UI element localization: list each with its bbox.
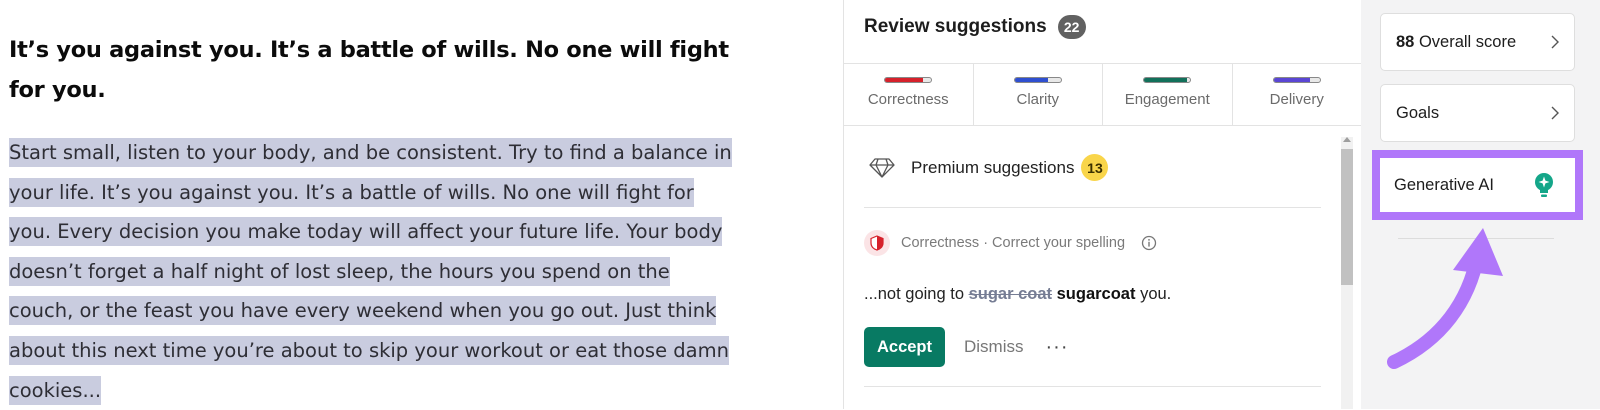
paragraph-line[interactable]: Start small, listen to your body, and be… xyxy=(9,138,732,167)
suggestion-category: Correctness · Correct your spelling xyxy=(864,230,1157,256)
premium-suggestions-row[interactable]: Premium suggestions 13 xyxy=(869,154,1109,181)
tab-label: Engagement xyxy=(1124,91,1210,108)
more-options-icon[interactable]: ··· xyxy=(1046,337,1069,357)
overall-score-text: 88 Overall score xyxy=(1396,33,1550,52)
progress-fill xyxy=(1144,78,1187,82)
scrollbar-thumb[interactable] xyxy=(1341,149,1353,285)
premium-suggestions-label: Premium suggestions xyxy=(911,157,1075,177)
right-sidebar: 88 Overall score Goals Generative AI xyxy=(1361,0,1600,409)
document-heading[interactable]: It’s you against you. It’s a battle of w… xyxy=(9,30,769,110)
paragraph-line[interactable]: your life. It’s you against you. It’s a … xyxy=(9,177,694,207)
diamond-icon xyxy=(869,157,895,178)
paragraph-line[interactable]: cookies... xyxy=(9,375,102,405)
progress-bar xyxy=(1013,77,1062,83)
progress-fill xyxy=(885,78,923,82)
progress-bar xyxy=(884,77,933,83)
goals-label: Goals xyxy=(1396,103,1440,122)
shield-icon xyxy=(864,230,890,256)
scroll-up-arrow-icon[interactable] xyxy=(1343,137,1351,142)
suggestion-category-label: Correctness · Correct your spelling xyxy=(901,235,1126,251)
tab-clarity[interactable]: Clarity xyxy=(974,64,1103,125)
divider xyxy=(864,386,1321,387)
tab-label: Delivery xyxy=(1269,91,1324,108)
document-paragraph[interactable]: Start small, listen to your body, and be… xyxy=(9,133,769,410)
chevron-right-icon xyxy=(1551,35,1559,49)
category-tabs: Correctness Clarity Engagement Delivery xyxy=(844,63,1361,126)
premium-count-badge: 13 xyxy=(1081,154,1109,181)
annotation-arrow-icon xyxy=(1387,228,1503,369)
panel-header: Review suggestions 22 xyxy=(864,15,1086,39)
replacement-word[interactable]: sugarcoat xyxy=(1057,285,1136,303)
paragraph-line[interactable]: couch, or the feast you have every weeke… xyxy=(9,296,717,326)
progress-bar xyxy=(1143,77,1192,83)
info-icon[interactable] xyxy=(1141,235,1157,251)
paragraph-line[interactable]: about this next time you’re about to ski… xyxy=(9,335,729,365)
suggestions-panel: Review suggestions 22 Correctness Clarit… xyxy=(843,0,1362,409)
panel-title: Review suggestions xyxy=(864,16,1047,37)
overall-score-card[interactable]: 88 Overall score xyxy=(1380,13,1575,71)
scrollbar[interactable] xyxy=(1341,137,1353,409)
tab-label: Clarity xyxy=(1016,91,1059,108)
sentence-suffix: you. xyxy=(1135,285,1172,303)
generative-ai-label: Generative AI xyxy=(1394,176,1494,194)
generative-ai-button[interactable]: Generative AI xyxy=(1372,150,1583,220)
progress-fill xyxy=(1273,78,1310,82)
suggestion-sentence: ...not going to sugar coat sugarcoat you… xyxy=(864,285,1171,304)
progress-fill xyxy=(1014,78,1048,82)
tab-correctness[interactable]: Correctness xyxy=(844,64,974,125)
accept-button[interactable]: Accept xyxy=(864,327,945,367)
suggestion-count-badge: 22 xyxy=(1057,15,1086,39)
document-editor[interactable]: It’s you against you. It’s a battle of w… xyxy=(0,0,845,409)
tab-label: Correctness xyxy=(867,91,949,108)
chevron-right-icon xyxy=(1551,106,1559,120)
progress-bar xyxy=(1272,77,1321,83)
original-word: sugar coat xyxy=(968,285,1053,303)
goals-card[interactable]: Goals xyxy=(1380,84,1575,142)
sentence-prefix: ...not going to xyxy=(864,285,969,303)
suggestions-list: Premium suggestions 13 Correctness · Cor… xyxy=(844,125,1361,409)
tab-delivery[interactable]: Delivery xyxy=(1233,64,1362,125)
overall-score-label: Overall score xyxy=(1418,32,1517,51)
paragraph-line[interactable]: doesn’t forget a half night of lost slee… xyxy=(9,256,670,286)
paragraph-line[interactable]: you. Every decision you make today will … xyxy=(9,217,723,247)
suggestion-actions: Accept Dismiss ··· xyxy=(864,327,1068,367)
divider xyxy=(864,207,1321,208)
dismiss-button[interactable]: Dismiss xyxy=(964,337,1024,357)
tab-engagement[interactable]: Engagement xyxy=(1103,64,1233,125)
lightbulb-sparkle-icon xyxy=(1535,173,1553,197)
overall-score-value: 88 xyxy=(1396,32,1415,51)
